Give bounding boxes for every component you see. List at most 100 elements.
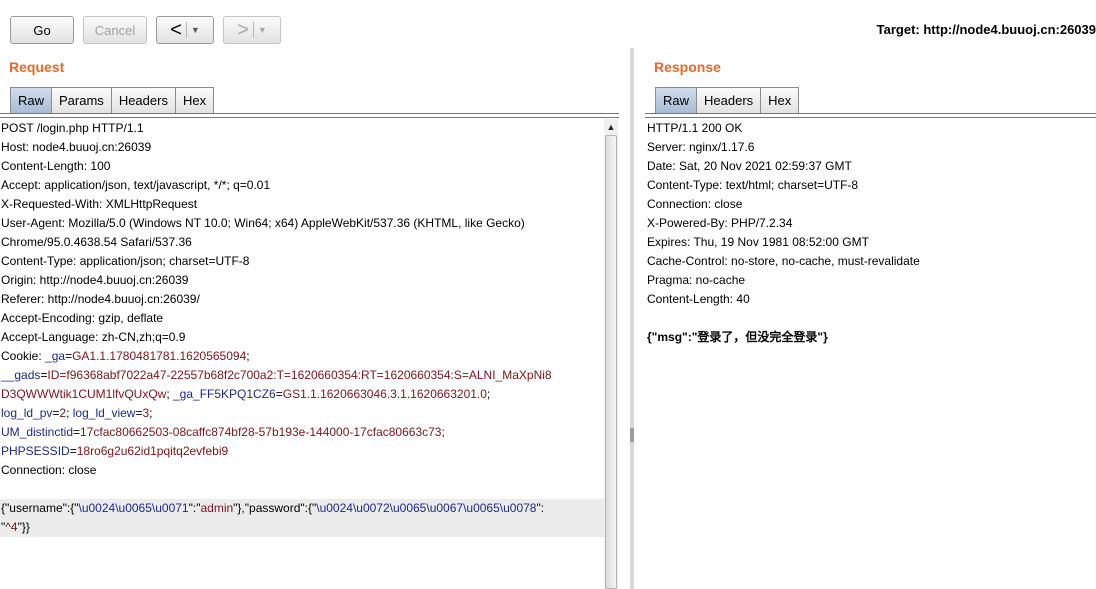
request-line[interactable]: Accept-Language: zh-CN,zh;q=0.9 <box>0 328 604 347</box>
response-body[interactable]: {"msg":"登录了，但没完全登录"} <box>646 328 1096 347</box>
param-name: _ga_FF5KPQ1CZ6 <box>173 387 276 401</box>
response-editor[interactable]: HTTP/1.1 200 OK Server: nginx/1.17.6 Date:… <box>646 119 1096 589</box>
request-line[interactable]: Host: node4.buuoj.cn:26039 <box>0 138 604 157</box>
request-line[interactable]: Content-Length: 100 <box>0 157 604 176</box>
request-line[interactable]: Content-Type: application/json; charset=… <box>0 252 604 271</box>
chevron-right-icon: > <box>237 19 249 41</box>
line-text: = <box>69 444 77 458</box>
response-line[interactable]: Connection: close <box>646 195 1096 214</box>
request-line[interactable]: Origin: http://node4.buuoj.cn:26039 <box>0 271 604 290</box>
line-text: ; <box>149 406 153 420</box>
line-text: ": <box>536 501 545 515</box>
button-divider <box>185 22 187 38</box>
param-name: __gads <box>1 368 41 382</box>
request-tab-raw[interactable]: Raw <box>10 87 53 113</box>
param-name: UM_distinctid <box>1 425 74 439</box>
request-line[interactable]: UM_distinctid=17cfac80662503-08caffc874b… <box>0 423 604 442</box>
response-title: Response <box>654 59 721 75</box>
response-tab-headers[interactable]: Headers <box>696 87 762 113</box>
button-divider <box>252 22 254 38</box>
forward-button[interactable]: > ▼ <box>223 16 281 44</box>
request-line[interactable]: Chrome/95.0.4638.54 Safari/537.36 <box>0 233 604 252</box>
target-label[interactable]: Target: http://node4.buuoj.cn:26039 <box>877 22 1096 37</box>
response-line[interactable] <box>646 309 1096 328</box>
request-line[interactable]: log_ld_pv=2; log_ld_view=3; <box>0 404 604 423</box>
line-text: {"username":{" <box>1 501 79 515</box>
line-text: ":" <box>188 501 201 515</box>
request-line[interactable]: Cookie: _ga=GA1.1.1780481781.1620565094; <box>0 347 604 366</box>
request-line[interactable]: Connection: close <box>0 461 604 480</box>
line-text: Cookie: <box>1 349 46 363</box>
line-text: Origin: http://node4.buuoj.cn:26039 <box>1 273 189 287</box>
back-button[interactable]: < ▼ <box>156 16 214 44</box>
response-line[interactable]: Content-Length: 40 <box>646 290 1096 309</box>
param-value: admin <box>200 501 234 515</box>
line-text: Referer: http://node4.buuoj.cn:26039/ <box>1 292 200 306</box>
param-value: ^4 <box>5 520 18 534</box>
param-name: PHPSESSID <box>1 444 70 458</box>
param-value: D3QWWWtik1CUM1lfvQUxQw <box>1 387 167 401</box>
request-title: Request <box>9 59 65 75</box>
request-line[interactable] <box>0 480 604 499</box>
request-line[interactable]: Accept: application/json, text/javascrip… <box>0 176 604 195</box>
request-line[interactable]: PHPSESSID=18ro6g2u62id1pqitq2evfebi9 <box>0 442 604 461</box>
scroll-up-arrow-icon[interactable]: ▲ <box>604 119 618 135</box>
tab-divider <box>645 113 1096 118</box>
request-line[interactable]: Referer: http://node4.buuoj.cn:26039/ <box>0 290 604 309</box>
request-line[interactable]: User-Agent: Mozilla/5.0 (Windows NT 10.0… <box>0 214 604 233</box>
response-line[interactable]: Date: Sat, 20 Nov 2021 02:59:37 GMT <box>646 157 1096 176</box>
response-tab-hex[interactable]: Hex <box>760 87 800 113</box>
request-line[interactable]: {"username":{"\u0024\u0065\u0071":"admin… <box>0 499 604 518</box>
chevron-down-icon[interactable]: ▼ <box>191 25 200 35</box>
tab-divider <box>0 113 619 118</box>
response-tab-raw[interactable]: Raw <box>655 87 698 113</box>
line-text: Accept-Language: zh-CN,zh;q=0.9 <box>1 330 186 344</box>
line-text: Chrome/95.0.4638.54 Safari/537.36 <box>1 235 192 249</box>
line-text: = <box>73 425 81 439</box>
response-line[interactable]: Cache-Control: no-store, no-cache, must-… <box>646 252 1096 271</box>
response-line[interactable]: Expires: Thu, 19 Nov 1981 08:52:00 GMT <box>646 233 1096 252</box>
param-value: GS1.1.1620663046.3.1.1620663201.0 <box>282 387 487 401</box>
pane-splitter[interactable] <box>630 48 634 589</box>
line-text: User-Agent: Mozilla/5.0 (Windows NT 10.0… <box>1 216 525 230</box>
chevron-down-icon[interactable]: ▼ <box>258 25 267 35</box>
request-line[interactable]: D3QWWWtik1CUM1lfvQUxQw; _ga_FF5KPQ1CZ6=G… <box>0 385 604 404</box>
line-text: Connection: close <box>1 463 97 477</box>
line-text: POST /login.php HTTP/1.1 <box>1 121 144 135</box>
param-name: \u0024\u0072\u0065\u0067\u0065\u0078 <box>316 501 537 515</box>
line-text: Host: node4.buuoj.cn:26039 <box>1 140 152 154</box>
request-tab-params[interactable]: Params <box>51 87 112 113</box>
request-line[interactable]: __gads=ID=f96368abf7022a47-22557b68f2c70… <box>0 366 604 385</box>
line-text: Content-Type: application/json; charset=… <box>1 254 250 268</box>
request-editor[interactable]: POST /login.php HTTP/1.1 Host: node4.buuo… <box>0 119 604 589</box>
request-line[interactable]: Accept-Encoding: gzip, deflate <box>0 309 604 328</box>
request-scrollbar[interactable]: ▲ <box>604 119 618 589</box>
param-value: 17cfac80662503-08caffc874bf28-57b193e-14… <box>80 425 442 439</box>
line-text: ; <box>166 387 173 401</box>
param-value: 18ro6g2u62id1pqitq2evfebi9 <box>76 444 229 458</box>
cancel-button[interactable]: Cancel <box>83 16 147 44</box>
response-tabs: Raw Headers Hex <box>655 87 800 113</box>
response-line[interactable]: X-Powered-By: PHP/7.2.34 <box>646 214 1096 233</box>
response-line[interactable]: Pragma: no-cache <box>646 271 1096 290</box>
response-line[interactable]: Server: nginx/1.17.6 <box>646 138 1096 157</box>
request-tabs: Raw Params Headers Hex <box>10 87 215 113</box>
splitter-grip-icon[interactable] <box>630 428 634 442</box>
request-tab-headers[interactable]: Headers <box>110 87 176 113</box>
param-value: GA1.1.1780481781.1620565094 <box>72 349 247 363</box>
request-line[interactable]: X-Requested-With: XMLHttpRequest <box>0 195 604 214</box>
response-line[interactable]: Content-Type: text/html; charset=UTF-8 <box>646 176 1096 195</box>
scrollbar-thumb[interactable] <box>605 135 617 589</box>
chevron-left-icon: < <box>170 19 182 41</box>
param-value: ID=f96368abf7022a47-22557b68f2c700a2:T=1… <box>47 368 552 382</box>
param-name: log_ld_view <box>72 406 136 420</box>
line-text: X-Requested-With: XMLHttpRequest <box>1 197 198 211</box>
line-text: Accept: application/json, text/javascrip… <box>1 178 271 192</box>
request-tab-hex[interactable]: Hex <box>174 87 215 113</box>
response-line[interactable]: HTTP/1.1 200 OK <box>646 119 1096 138</box>
line-text: "},"password":{" <box>233 501 317 515</box>
request-line[interactable]: POST /login.php HTTP/1.1 <box>0 119 604 138</box>
go-button[interactable]: Go <box>10 16 74 44</box>
line-text: ; <box>246 349 250 363</box>
request-line[interactable]: "^4"}} <box>0 518 604 537</box>
